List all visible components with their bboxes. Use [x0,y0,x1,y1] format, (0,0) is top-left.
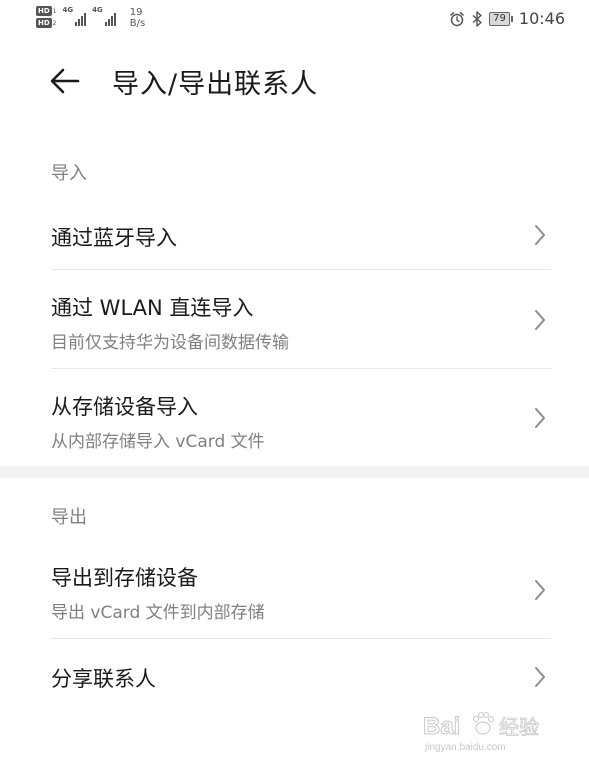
list-item-title: 导出到存储设备 [51,566,198,590]
list-item-title: 通过蓝牙导入 [51,226,177,250]
chevron-right-icon [535,408,545,428]
list-item-export-storage[interactable]: 导出到存储设备 导出 vCard 文件到内部存储 [0,540,589,638]
signal-bar [84,13,87,26]
signal-strength-icon: 4G [92,6,116,26]
list-item-import-wlan-direct[interactable]: 通过 WLAN 直连导入 目前仅支持华为设备间数据传输 [0,270,589,369]
hd-badge-1: HD 1 [36,6,57,16]
list-item-title: 通过 WLAN 直连导入 [51,296,254,320]
hd-badge-2: HD 2 [36,18,57,28]
network-type-label: 4G [92,6,103,14]
battery-icon: 79 [489,11,513,26]
battery-level: 79 [489,11,510,26]
watermark-brand: Bai [423,713,460,740]
signal-strength-icon: 4G [63,6,87,26]
watermark-brand-suffix: 经验 [499,715,539,739]
network-speed-value: 19 [129,7,143,18]
list-item-title: 从存储设备导入 [51,395,198,419]
hd-icon: HD [36,6,52,16]
chevron-right-icon [535,225,545,245]
app-header: 导入/导出联系人 [0,54,589,110]
paw-icon [473,712,494,735]
signal-bar [107,19,110,26]
list-item-subtitle: 从内部存储导入 vCard 文件 [51,432,265,452]
status-bar: HD 1 HD 2 4G 4G 19 B/s 79 10:46 [0,0,589,40]
status-bar-left: HD 1 HD 2 4G 4G 19 B/s [36,6,145,29]
list-item-title: 分享联系人 [51,667,156,691]
list-item-import-bluetooth[interactable]: 通过蓝牙导入 [0,200,589,270]
list-item-subtitle: 导出 vCard 文件到内部存储 [51,603,265,623]
hd-indicators: HD 1 HD 2 [36,6,57,28]
status-clock: 10:46 [518,9,565,28]
alarm-icon [450,11,464,26]
list-item-subtitle: 目前仅支持华为设备间数据传输 [51,333,289,353]
signal-bar [78,19,81,26]
section-title-import: 导入 [51,163,87,184]
hd-icon: HD [36,18,52,28]
status-bar-right: 79 10:46 [449,9,565,28]
page-title: 导入/导出联系人 [112,69,319,100]
back-button[interactable] [48,64,82,98]
hd-number: 1 [52,7,57,15]
network-type-label: 4G [62,6,74,14]
signal-bar [113,13,116,26]
signal-bar [75,22,78,26]
chevron-right-icon [535,310,545,330]
watermark-url: jingyan.baidu.com [424,742,506,753]
list-item-import-storage[interactable]: 从存储设备导入 从内部存储导入 vCard 文件 [0,369,589,466]
baidu-watermark-logo: Bai 经验 jingyan.baidu.com [423,712,539,753]
section-separator [0,466,589,478]
section-title-export: 导出 [51,507,87,528]
signal-bar [104,22,107,26]
network-speed: 19 B/s [130,7,145,29]
signal-bar [81,16,84,26]
battery-tip [510,15,513,22]
bluetooth-icon [472,10,482,27]
chevron-right-icon [535,580,545,600]
chevron-right-icon [535,667,545,687]
hd-number: 2 [52,19,57,27]
signal-bar [110,16,113,26]
arrow-left-icon [50,68,80,94]
network-speed-unit: B/s [129,18,146,29]
